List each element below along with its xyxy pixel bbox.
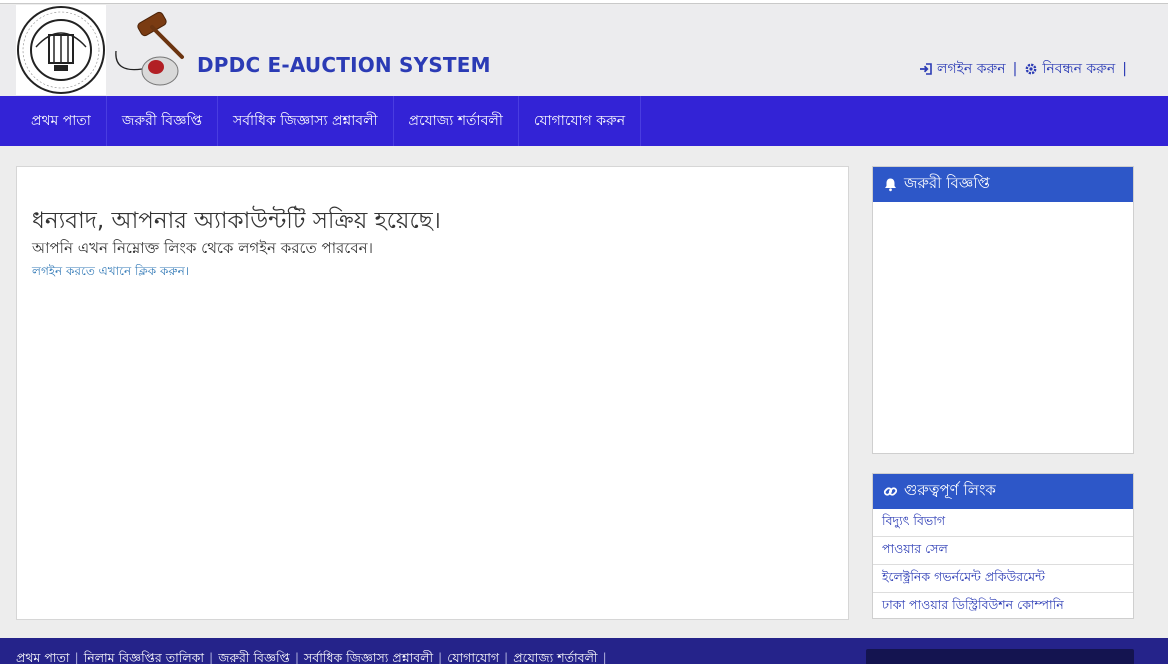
sign-in-icon — [920, 63, 932, 75]
important-link-e-gp[interactable]: ইলেক্ট্রনিক গভর্নমেন্ট প্রকিউরমেন্ট — [873, 565, 1133, 593]
footer-link-faq[interactable]: সর্বাধিক জিজ্ঞাস্য প্রশ্নাবলী — [304, 650, 433, 664]
login-link[interactable]: লগইন করুন — [919, 57, 1006, 81]
footer-link-auction-list[interactable]: নিলাম বিজ্ঞপ্তির তালিকা — [84, 650, 204, 664]
gear-icon — [1025, 63, 1037, 75]
top-border — [0, 0, 1168, 4]
important-links-title: গুরুত্বপূর্ণ লিংক — [904, 481, 996, 499]
footer-link-terms[interactable]: প্রযোজ্য শর্তাবলী — [513, 650, 597, 664]
register-link[interactable]: নিবন্ধন করুন — [1024, 57, 1115, 81]
main-nav: প্রথম পাতা জরুরী বিজ্ঞপ্তি সর্বাধিক জিজ্… — [0, 96, 1168, 146]
footer-link-home[interactable]: প্রথম পাতা — [16, 650, 69, 664]
nav-item-faq[interactable]: সর্বাধিক জিজ্ঞাস্য প্রশ্নাবলী — [218, 96, 394, 146]
nav-item-terms[interactable]: প্রযোজ্য শর্তাবলী — [394, 96, 519, 146]
dpdc-logo[interactable] — [16, 5, 106, 95]
footer-separator: | — [438, 650, 443, 664]
important-links-panel: গুরুত্বপূর্ণ লিংক বিদ্যুৎ বিভাগ পাওয়ার … — [872, 473, 1134, 619]
urgent-notice-panel: জরুরী বিজ্ঞপ্তি — [872, 166, 1134, 454]
activation-panel: ধন্যবাদ, আপনার অ্যাকাউন্টটি সক্রিয় হয়ে… — [16, 166, 849, 620]
login-here-link[interactable]: লগইন করতে এখানে ক্লিক করুন। — [32, 263, 189, 283]
nav-item-contact[interactable]: যোগাযোগ করুন — [519, 96, 642, 146]
register-label: নিবন্ধন করুন — [1042, 61, 1116, 77]
auth-separator-end: | — [1122, 61, 1127, 77]
auth-separator: | — [1012, 61, 1018, 77]
important-link-power-cell[interactable]: পাওয়ার সেল — [873, 537, 1133, 565]
footer-separator: | — [504, 650, 509, 664]
auth-links: লগইন করুন | নিবন্ধন করুন | — [919, 57, 1130, 81]
footer-link-urgent-notice[interactable]: জরুরী বিজ্ঞপ্তি — [218, 650, 290, 664]
footer-link-contact[interactable]: যোগাযোগ — [447, 650, 499, 664]
site-header: DPDC E-AUCTION SYSTEM লগইন করুন | নিবন্ধ… — [0, 5, 1168, 96]
activation-title: ধন্যবাদ, আপনার অ্যাকাউন্টটি সক্রিয় হয়ে… — [32, 208, 441, 234]
footer-separator: | — [294, 650, 300, 664]
link-icon — [883, 487, 898, 496]
footer-separator: | — [209, 650, 214, 664]
footer-nav: প্রথম পাতা | নিলাম বিজ্ঞপ্তির তালিকা | জ… — [16, 650, 607, 664]
dpdc-logo-icon — [17, 6, 105, 94]
urgent-notice-header: জরুরী বিজ্ঞপ্তি — [873, 167, 1133, 202]
nav-item-urgent-notice[interactable]: জরুরী বিজ্ঞপ্তি — [107, 96, 219, 146]
footer-info-box — [866, 649, 1134, 664]
urgent-notice-title: জরুরী বিজ্ঞপ্তি — [904, 174, 990, 192]
important-link-power-division[interactable]: বিদ্যুৎ বিভাগ — [873, 509, 1133, 537]
brand-title: DPDC E-AUCTION SYSTEM — [197, 53, 491, 77]
footer-separator: | — [602, 650, 607, 664]
gavel-mouse-icon — [115, 11, 184, 86]
important-link-dpdc[interactable]: ঢাকা পাওয়ার ডিস্ট্রিবিউশন কোম্পানি — [873, 593, 1133, 621]
site-footer: প্রথম পাতা | নিলাম বিজ্ঞপ্তির তালিকা | জ… — [0, 638, 1168, 664]
footer-separator: | — [74, 650, 79, 664]
nav-item-home[interactable]: প্রথম পাতা — [16, 96, 107, 146]
activation-subtitle: আপনি এখন নিম্নোক্ত লিংক থেকে লগইন করতে প… — [32, 239, 374, 257]
bell-icon — [885, 178, 896, 192]
important-links-header: গুরুত্বপূর্ণ লিংক — [873, 474, 1133, 509]
login-label: লগইন করুন — [937, 61, 1006, 77]
